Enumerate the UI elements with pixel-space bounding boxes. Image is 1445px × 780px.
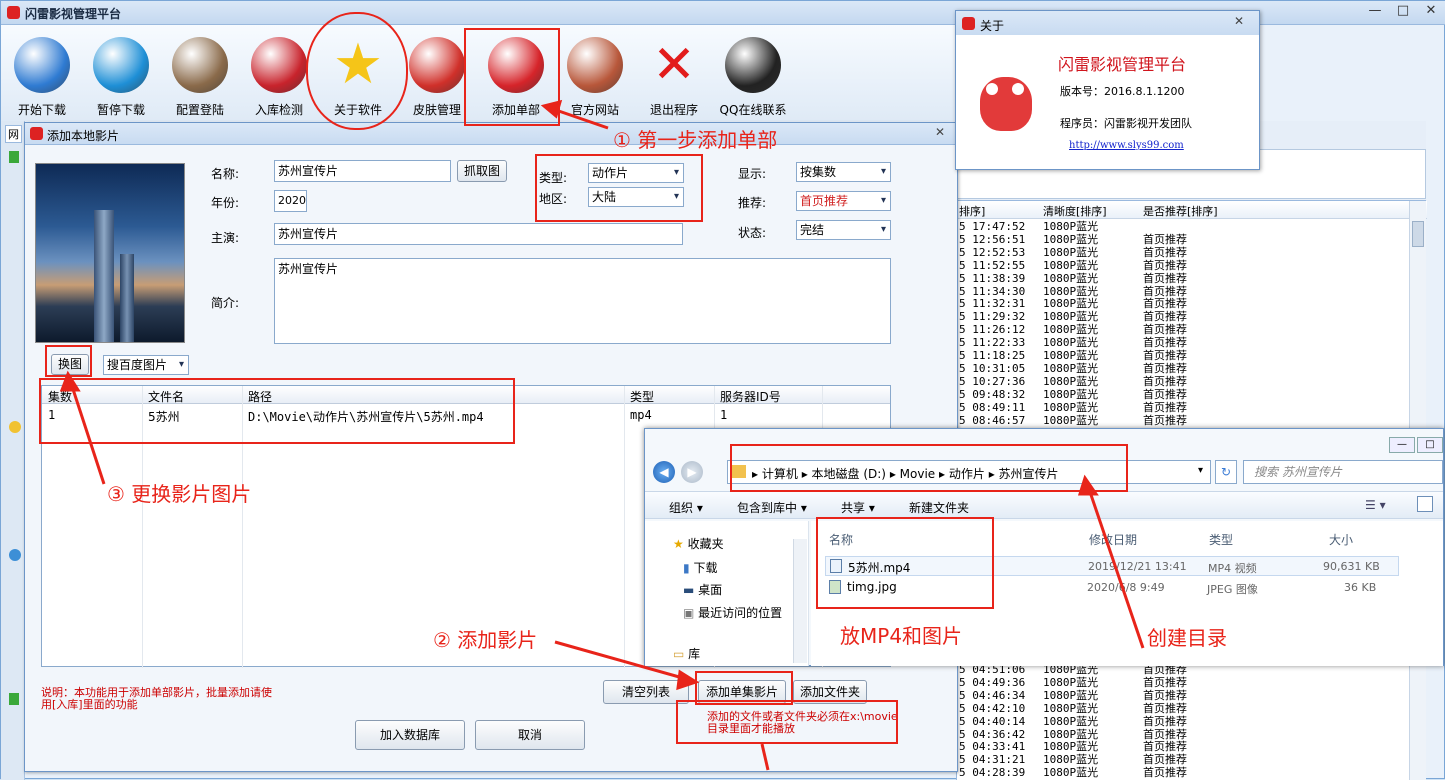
arrowhead bbox=[540, 99, 563, 119]
arrowhead bbox=[59, 370, 81, 392]
arrow-create-dir bbox=[1086, 485, 1145, 649]
arrow-step2 bbox=[554, 640, 691, 682]
arrowhead bbox=[1077, 474, 1099, 496]
arrowhead bbox=[676, 669, 700, 691]
annotation-arrows bbox=[59, 99, 1145, 771]
arrow-warning bbox=[760, 743, 770, 771]
arrow-step3 bbox=[68, 379, 106, 485]
